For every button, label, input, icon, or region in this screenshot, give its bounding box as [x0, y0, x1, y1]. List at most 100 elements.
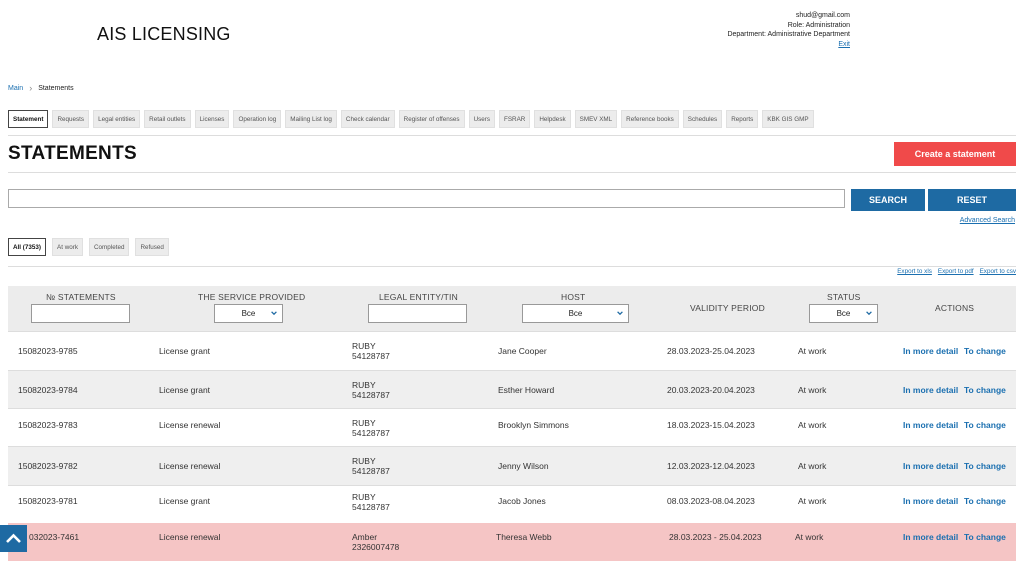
row-validity: 12.03.2023-12.04.2023 — [667, 461, 755, 471]
entity-filter-input[interactable] — [368, 304, 467, 323]
tab-requests[interactable]: Requests — [52, 110, 90, 128]
table-row[interactable]: 15082023-9785 License grant RUBY 5412878… — [8, 331, 1016, 370]
row-entity-tin: 54128787 — [352, 502, 390, 512]
search-button[interactable]: SEARCH — [851, 189, 925, 211]
row-number: 15082023-9785 — [18, 346, 78, 356]
export-pdf-link[interactable]: Export to pdf — [938, 268, 974, 275]
row-validity: 08.03.2023-08.04.2023 — [667, 496, 755, 506]
change-link[interactable]: To change — [964, 420, 1006, 430]
table-row[interactable]: 15082023-9783 License renewal RUBY 54128… — [8, 408, 1016, 446]
tab-mailing-list-log[interactable]: Mailing List log — [285, 110, 337, 128]
service-filter-select[interactable]: Все — [214, 304, 283, 323]
row-status: At work — [798, 385, 827, 395]
row-status: At work — [798, 420, 827, 430]
row-entity-tin: 54128787 — [352, 390, 390, 400]
user-department: Department: Administrative Department — [727, 31, 850, 38]
column-actions: ACTIONS — [935, 303, 975, 313]
app-title: AIS LICENSING — [97, 24, 231, 44]
tab-fsrar[interactable]: FSRAR — [499, 110, 531, 128]
search-input[interactable] — [8, 189, 845, 208]
table-row[interactable]: 15082023-9784 License grant RUBY 5412878… — [8, 370, 1016, 408]
row-host: Jacob Jones — [498, 496, 546, 506]
divider — [8, 266, 1016, 267]
tab-retail-outlets[interactable]: Retail outlets — [144, 110, 191, 128]
detail-link[interactable]: In more detail — [903, 496, 958, 506]
chevron-down-icon — [866, 311, 872, 316]
change-link[interactable]: To change — [964, 346, 1006, 356]
filter-refused[interactable]: Refused — [135, 238, 169, 256]
row-number: 15082023-9783 — [18, 420, 78, 430]
filter-at-work[interactable]: At work — [52, 238, 83, 256]
table-header: № STATEMENTS THE SERVICE PROVIDED Все LE… — [8, 286, 1016, 331]
breadcrumb-main[interactable]: Main — [8, 85, 23, 92]
row-service: License renewal — [159, 532, 221, 542]
nav-tabs: Statement Requests Legal entities Retail… — [8, 110, 814, 128]
row-status: At work — [795, 532, 824, 542]
host-filter-value: Все — [568, 309, 583, 318]
export-links: Export to xls Export to pdf Export to cs… — [897, 268, 1016, 275]
change-link[interactable]: To change — [964, 461, 1006, 471]
row-service: License grant — [159, 385, 211, 395]
tab-kbk-gis-gmp[interactable]: KBK GIS GMP — [762, 110, 814, 128]
status-filter-value: Все — [836, 309, 851, 318]
row-entity-tin: 54128787 — [352, 466, 390, 476]
row-number: 032023-7461 — [29, 532, 80, 542]
host-filter-select[interactable]: Все — [522, 304, 629, 323]
detail-link[interactable]: In more detail — [903, 420, 958, 430]
status-filters: All (7353) At work Completed Refused — [8, 238, 169, 256]
filter-completed[interactable]: Completed — [89, 238, 130, 256]
row-host: Theresa Webb — [496, 532, 552, 542]
page-title: STATEMENTS — [8, 143, 137, 164]
table-row[interactable]: 032023-7461 License renewal Amber 232600… — [8, 523, 1016, 561]
change-link[interactable]: To change — [964, 385, 1006, 395]
tab-reference-books[interactable]: Reference books — [621, 110, 679, 128]
exit-link[interactable]: Exit — [727, 40, 850, 50]
tab-reports[interactable]: Reports — [726, 110, 759, 128]
tab-helpdesk[interactable]: Helpdesk — [534, 110, 571, 128]
statements-table: № STATEMENTS THE SERVICE PROVIDED Все LE… — [8, 286, 1016, 561]
row-entity-tin: 54128787 — [352, 428, 390, 438]
row-entity-tin: 54128787 — [352, 351, 390, 361]
table-row[interactable]: 15082023-9782 License renewal RUBY 54128… — [8, 446, 1016, 485]
filter-all[interactable]: All (7353) — [8, 238, 46, 256]
row-entity-tin: 2326007478 — [352, 542, 400, 552]
row-host: Esther Howard — [498, 385, 555, 395]
export-xls-link[interactable]: Export to xls — [897, 268, 932, 275]
create-statement-button[interactable]: Create a statement — [894, 142, 1016, 166]
advanced-search-link[interactable]: Advanced Search — [960, 217, 1015, 224]
detail-link[interactable]: In more detail — [903, 461, 958, 471]
detail-link[interactable]: In more detail — [903, 346, 958, 356]
tab-register-of-offenses[interactable]: Register of offenses — [398, 110, 465, 128]
tab-statement[interactable]: Statement — [8, 110, 49, 128]
export-csv-link[interactable]: Export to csv — [980, 268, 1016, 275]
breadcrumb-current: Statements — [38, 84, 74, 92]
user-info: shud@gmail.com Role: Administration Depa… — [727, 11, 850, 49]
column-validity: VALIDITY PERIOD — [690, 303, 765, 313]
tab-licenses[interactable]: Licenses — [194, 110, 230, 128]
row-service: License grant — [159, 346, 211, 356]
row-service: License renewal — [159, 420, 221, 430]
row-status: At work — [798, 346, 827, 356]
reset-button[interactable]: RESET — [928, 189, 1016, 211]
row-entity-name: RUBY — [352, 456, 376, 466]
chevron-up-icon — [6, 533, 21, 543]
user-role: Role: Administration — [787, 21, 850, 29]
status-filter-select[interactable]: Все — [809, 304, 878, 323]
change-link[interactable]: To change — [964, 532, 1006, 542]
detail-link[interactable]: In more detail — [903, 385, 958, 395]
row-validity: 28.03.2023 - 25.04.2023 — [669, 532, 762, 542]
tab-users[interactable]: Users — [468, 110, 496, 128]
column-entity: LEGAL ENTITY/TIN — [379, 292, 458, 302]
tab-smev-xml[interactable]: SMEV XML — [574, 110, 618, 128]
service-filter-value: Все — [241, 309, 256, 318]
table-row[interactable]: 15082023-9781 License grant RUBY 5412878… — [8, 485, 1016, 523]
tab-schedules[interactable]: Schedules — [682, 110, 723, 128]
change-link[interactable]: To change — [964, 496, 1006, 506]
tab-legal-entities[interactable]: Legal entities — [93, 110, 141, 128]
number-filter-input[interactable] — [31, 304, 130, 323]
chevron-down-icon — [271, 311, 277, 316]
detail-link[interactable]: In more detail — [903, 532, 958, 542]
tab-check-calendar[interactable]: Check calendar — [340, 110, 395, 128]
tab-operation-log[interactable]: Operation log — [233, 110, 282, 128]
scroll-to-top-button[interactable] — [0, 525, 27, 552]
